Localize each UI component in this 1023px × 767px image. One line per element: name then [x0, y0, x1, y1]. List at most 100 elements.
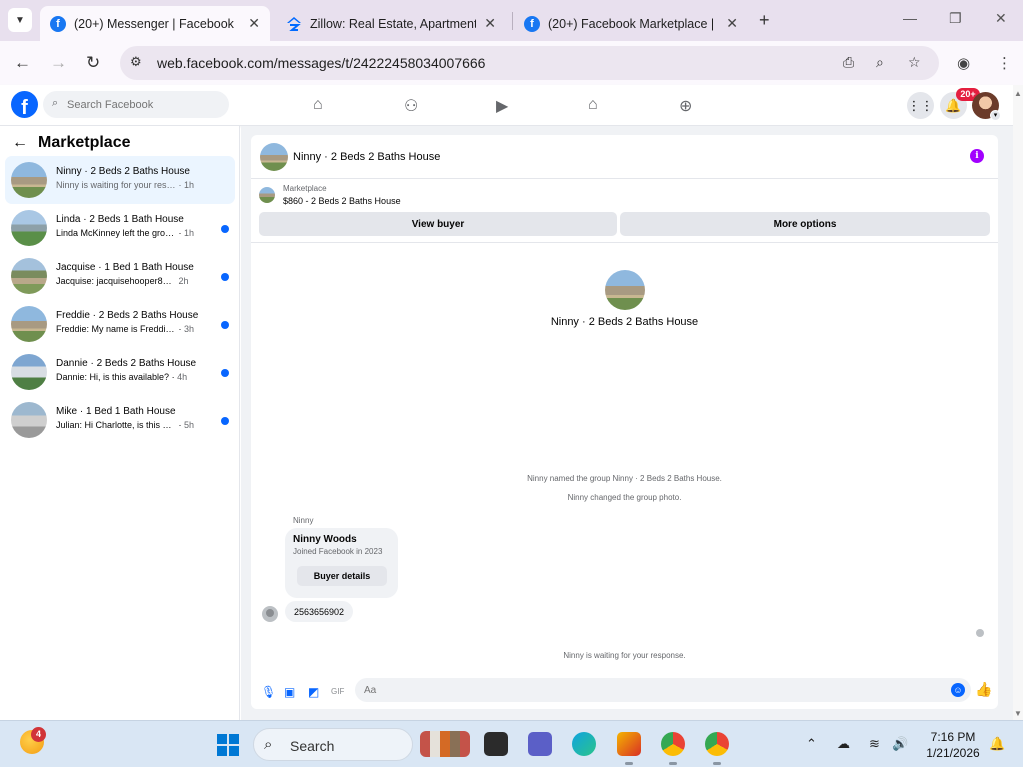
- minimize-button[interactable]: —: [903, 10, 917, 26]
- edge-browser-icon[interactable]: [572, 732, 596, 756]
- running-indicator: [669, 762, 677, 765]
- restore-button[interactable]: ❐: [949, 10, 962, 27]
- more-options-button[interactable]: More options: [620, 212, 990, 236]
- conversation-preview: Freddie: My name is Freddie my n... · 3h: [56, 324, 195, 334]
- video-icon[interactable]: ▶: [496, 96, 508, 116]
- facebook-logo-icon[interactable]: f: [11, 91, 38, 118]
- arrow-right-icon: →: [50, 53, 67, 72]
- chrome-browser-icon[interactable]: [661, 732, 685, 756]
- page-scrollbar[interactable]: ▲ ▼: [1013, 85, 1023, 720]
- listing-thumbnail[interactable]: [259, 187, 275, 203]
- close-icon[interactable]: ✕: [248, 15, 260, 32]
- wifi-icon[interactable]: ≋: [869, 736, 880, 752]
- menu-grid-button[interactable]: ⋮⋮: [907, 92, 934, 119]
- volume-icon[interactable]: 🔊: [892, 736, 908, 752]
- facebook-search[interactable]: ⌕: [43, 91, 229, 118]
- office-app-icon[interactable]: [617, 732, 641, 756]
- listing-thumbnail: [11, 354, 47, 390]
- sidebar-title: Marketplace: [38, 134, 131, 151]
- group-avatar[interactable]: [605, 270, 645, 310]
- facebook-search-input[interactable]: [67, 96, 222, 113]
- zoom-icon[interactable]: ⌕: [876, 54, 884, 71]
- clock[interactable]: 7:16 PM 1/21/2026: [920, 729, 986, 761]
- conversation-name: Dannie · 2 Beds 2 Baths House: [56, 358, 197, 369]
- chat-title[interactable]: Ninny · 2 Beds 2 Baths House: [293, 151, 440, 163]
- address-bar[interactable]: ⚙ web.facebook.com/messages/t/2422245803…: [120, 46, 939, 80]
- taskbar-search[interactable]: ⌕ Search: [253, 728, 413, 761]
- close-icon[interactable]: ✕: [484, 15, 496, 32]
- search-highlight-image[interactable]: [420, 731, 470, 757]
- listing-thumbnail: [11, 210, 47, 246]
- listing-thumbnail: [11, 258, 47, 294]
- thumbs-up-icon[interactable]: 👍: [975, 681, 992, 698]
- buyer-card: Ninny Woods Joined Facebook in 2023 Buye…: [285, 528, 398, 598]
- photo-icon[interactable]: ▣: [284, 685, 295, 699]
- view-buyer-button[interactable]: View buyer: [259, 212, 617, 236]
- tab-title: Zillow: Real Estate, Apartments,: [310, 16, 477, 31]
- meet-app-icon[interactable]: [528, 732, 552, 756]
- kebab-menu-icon[interactable]: ⋮: [997, 54, 1012, 72]
- message-bubble[interactable]: 2563656902: [285, 601, 354, 622]
- arrow-left-icon: ←: [14, 53, 31, 72]
- close-icon[interactable]: ✕: [726, 15, 738, 32]
- tab-marketplace[interactable]: f (20+) Facebook Marketplace | F ✕: [514, 6, 748, 41]
- conversation-name: Linda · 2 Beds 1 Bath House: [56, 214, 184, 225]
- unread-dot: [221, 225, 229, 233]
- bookmark-star-icon[interactable]: ☆: [908, 54, 921, 71]
- tab-title: (20+) Messenger | Facebook: [74, 16, 234, 31]
- browser-tab-strip: ▼ f (20+) Messenger | Facebook ✕ Zillow:…: [0, 0, 1023, 41]
- account-avatar[interactable]: ▾: [972, 92, 1001, 121]
- conversation-item-ninny[interactable]: Ninny · 2 Beds 2 Baths House Ninny is wa…: [5, 156, 235, 204]
- info-icon[interactable]: i: [970, 149, 984, 163]
- notification-bell-icon[interactable]: 🔔: [989, 736, 1005, 752]
- minimize-icon: —: [903, 10, 917, 26]
- buyer-details-button[interactable]: Buyer details: [297, 566, 387, 586]
- scroll-up-icon[interactable]: ▲: [1014, 89, 1022, 98]
- tab-search-button[interactable]: ▼: [8, 8, 32, 32]
- conversation-item-mike[interactable]: Mike · 1 Bed 1 Bath House Julian: Hi Cha…: [5, 396, 235, 444]
- marketplace-icon[interactable]: ⌂: [588, 96, 598, 114]
- chevron-down-icon: ▾: [990, 110, 1001, 121]
- friends-icon[interactable]: ⚇: [404, 96, 418, 116]
- message-composer: 🎙 ▣ ◩ GIF ☺ 👍: [251, 677, 998, 705]
- scroll-down-icon[interactable]: ▼: [1014, 709, 1022, 718]
- conversation-preview: Jacquise: jacquisehooper860@gm... 2h: [56, 276, 189, 286]
- search-icon: ⌕: [264, 736, 273, 753]
- window-close-button[interactable]: ✕: [995, 10, 1007, 27]
- tab-zillow[interactable]: Zillow: Real Estate, Apartments, ✕: [276, 6, 506, 41]
- chevron-up-icon[interactable]: ⌃: [806, 736, 817, 752]
- message-input[interactable]: [364, 682, 944, 698]
- back-arrow-icon[interactable]: ←: [12, 134, 28, 152]
- task-view-icon[interactable]: [484, 732, 508, 756]
- chrome-profile-icon[interactable]: [705, 732, 729, 756]
- gaming-icon[interactable]: ⊕: [679, 96, 692, 116]
- cloud-offline-icon[interactable]: ☁: [837, 736, 850, 752]
- install-app-icon[interactable]: ⎙: [843, 54, 854, 71]
- running-indicator: [713, 762, 721, 765]
- profile-icon[interactable]: ◉: [957, 54, 970, 72]
- clock-date: 1/21/2026: [926, 746, 980, 760]
- conversation-item-freddie[interactable]: Freddie · 2 Beds 2 Baths House Freddie: …: [5, 300, 235, 348]
- microphone-icon[interactable]: 🎙: [261, 685, 276, 699]
- emoji-icon[interactable]: ☺: [951, 683, 965, 697]
- tab-messenger[interactable]: f (20+) Messenger | Facebook ✕: [40, 6, 270, 41]
- back-button[interactable]: ←: [14, 53, 31, 73]
- chat-header: Ninny · 2 Beds 2 Baths House i: [251, 135, 998, 179]
- new-tab-button[interactable]: +: [759, 10, 770, 31]
- chat-avatar[interactable]: [260, 143, 288, 171]
- site-settings-icon[interactable]: ⚙: [130, 54, 142, 70]
- conversation-item-linda[interactable]: Linda · 2 Beds 1 Bath House Linda McKinn…: [5, 204, 235, 252]
- gif-icon[interactable]: GIF: [331, 687, 344, 696]
- listing-price[interactable]: $860 - 2 Beds 2 Baths House: [283, 196, 401, 206]
- conversation-item-jacquise[interactable]: Jacquise · 1 Bed 1 Bath House Jacquise: …: [5, 252, 235, 300]
- windows-start-icon[interactable]: [217, 734, 239, 756]
- sticker-icon[interactable]: ◩: [308, 685, 319, 699]
- reload-button[interactable]: ↻: [86, 53, 100, 73]
- conversation-item-dannie[interactable]: Dannie · 2 Beds 2 Baths House Dannie: Hi…: [5, 348, 235, 396]
- chat-panel: Ninny · 2 Beds 2 Baths House i Marketpla…: [251, 135, 998, 709]
- forward-button[interactable]: →: [50, 53, 67, 73]
- sender-avatar[interactable]: [262, 606, 278, 622]
- home-icon[interactable]: ⌂: [313, 96, 323, 114]
- system-message: Ninny changed the group photo.: [567, 493, 682, 502]
- facebook-icon: f: [50, 15, 66, 32]
